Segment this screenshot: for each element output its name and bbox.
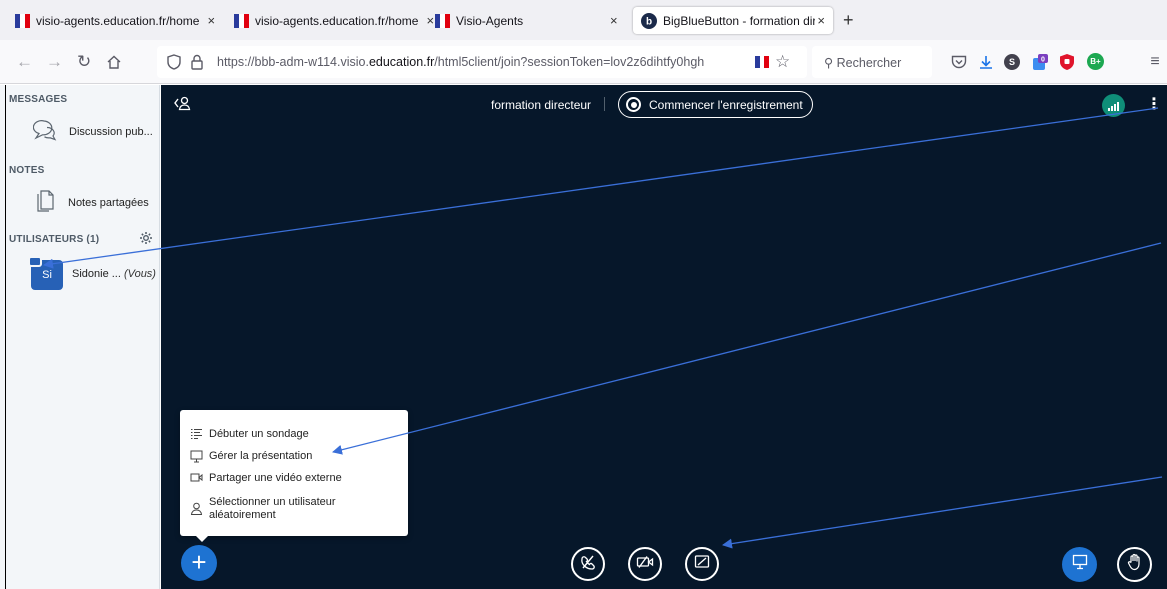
- menu-item-random-user[interactable]: Sélectionner un utilisateur aléatoiremen…: [189, 496, 359, 522]
- search-input[interactable]: ⚲ Rechercher: [824, 55, 901, 70]
- bigbluebutton-icon: b: [641, 12, 657, 29]
- svg-text:b: b: [646, 16, 652, 27]
- forward-arrow-icon[interactable]: →: [46, 52, 63, 72]
- actions-plus-button[interactable]: +: [181, 545, 217, 581]
- mute-audio-button[interactable]: [571, 547, 605, 581]
- profile-icon[interactable]: B+: [1087, 53, 1104, 70]
- menu-item-label: Partager une vidéo externe: [209, 472, 342, 484]
- screenshare-button[interactable]: [685, 547, 719, 581]
- meeting-title: formation directeur: [491, 98, 592, 112]
- record-icon: [626, 97, 641, 112]
- marianne-flag-icon: [14, 13, 30, 29]
- browser-nav-bar: ← → ↻ https://bbb-adm-w114.visio.educati…: [0, 40, 1167, 84]
- frame-border: [5, 85, 6, 589]
- actions-menu: Débuter un sondage Gérer la présentation…: [180, 410, 408, 536]
- home-icon[interactable]: [106, 52, 122, 75]
- menu-item-label: Débuter un sondage: [209, 428, 309, 440]
- browser-tab-strip: visio-agents.education.fr/home × visio-a…: [0, 0, 1167, 40]
- menu-hamburger-icon[interactable]: ≡: [1146, 53, 1164, 71]
- notes-section-title: NOTES: [9, 165, 45, 176]
- menu-item-share-external-video[interactable]: Partager une vidéo externe: [189, 472, 359, 486]
- start-recording-button[interactable]: Commencer l'enregistrement: [618, 91, 813, 118]
- download-icon[interactable]: [977, 53, 995, 71]
- screenshare-off-icon: [694, 554, 710, 575]
- tab-label: Visio-Agents: [456, 13, 524, 28]
- bookmark-star-icon[interactable]: ☆: [775, 52, 790, 72]
- gear-icon[interactable]: [139, 231, 153, 250]
- sidebar-item-label: Notes partagées: [68, 197, 149, 209]
- extension-puzzle-icon[interactable]: 0: [1031, 53, 1049, 71]
- tab-label: visio-agents.education.fr/home: [36, 13, 200, 28]
- poll-list-icon: [189, 428, 203, 443]
- tab-label: visio-agents.education.fr/home: [255, 13, 419, 28]
- presentation-icon: [189, 450, 203, 466]
- browser-tab-2[interactable]: visio-agents.education.fr/home ×: [233, 7, 434, 34]
- audio-off-icon: [579, 553, 597, 576]
- sync-account-icon[interactable]: S: [1004, 54, 1020, 70]
- hand-icon: [1127, 553, 1143, 576]
- video-icon: [189, 472, 203, 486]
- record-label: Commencer l'enregistrement: [649, 97, 803, 112]
- close-icon[interactable]: ×: [610, 13, 618, 28]
- shield-icon[interactable]: [167, 54, 181, 75]
- menu-item-label: Sélectionner un utilisateur aléatoiremen…: [209, 496, 336, 521]
- close-icon[interactable]: ×: [426, 13, 434, 28]
- document-icon: [36, 189, 54, 217]
- title-divider: [604, 97, 605, 111]
- tab-label: BigBlueButton - formation direc: [663, 13, 816, 28]
- user-name: Sidonie ...: [72, 268, 121, 280]
- messages-section-title: MESSAGES: [9, 94, 68, 105]
- french-flag-icon[interactable]: [755, 56, 769, 68]
- ublock-shield-icon[interactable]: [1058, 53, 1076, 71]
- pocket-icon[interactable]: [950, 53, 968, 71]
- presentation-icon: [1072, 554, 1088, 575]
- new-tab-button[interactable]: +: [843, 11, 854, 29]
- raise-hand-button[interactable]: [1117, 547, 1152, 582]
- more-options-icon[interactable]: ⋮: [1146, 97, 1162, 113]
- you-label: (Vous): [123, 268, 156, 280]
- address-bar[interactable]: https://bbb-adm-w114.visio.education.fr/…: [157, 46, 807, 78]
- user-icon: [189, 502, 203, 518]
- presentation-toggle-button[interactable]: [1062, 547, 1097, 582]
- connection-status-icon[interactable]: [1102, 94, 1125, 117]
- menu-item-start-poll[interactable]: Débuter un sondage: [189, 428, 359, 443]
- url-text[interactable]: https://bbb-adm-w114.visio.education.fr/…: [217, 55, 704, 69]
- users-section-title: UTILISATEURS (1): [9, 234, 100, 245]
- bbb-sidebar: MESSAGES Discussion pub... NOTES Notes p…: [0, 85, 160, 589]
- webcam-button[interactable]: [628, 547, 662, 581]
- user-list-item[interactable]: Sidonie ... (Vous): [72, 268, 156, 280]
- browser-tab-1[interactable]: visio-agents.education.fr/home ×: [14, 7, 215, 34]
- browser-tab-3[interactable]: Visio-Agents ×: [434, 7, 618, 34]
- camera-off-icon: [636, 554, 654, 575]
- back-arrow-icon[interactable]: ←: [16, 52, 33, 72]
- sidebar-item-shared-notes[interactable]: Notes partagées: [0, 188, 160, 218]
- marianne-flag-icon: [233, 13, 249, 29]
- pocket-badge-count: 0: [1041, 57, 1045, 64]
- avatar[interactable]: Si: [28, 256, 63, 290]
- menu-item-manage-presentation[interactable]: Gérer la présentation: [189, 450, 359, 466]
- close-icon[interactable]: ×: [207, 13, 215, 28]
- sidebar-item-public-chat[interactable]: Discussion pub...: [0, 117, 160, 147]
- marianne-flag-icon: [434, 13, 450, 29]
- menu-pointer: [195, 535, 209, 542]
- browser-tab-active[interactable]: b BigBlueButton - formation direc ×: [633, 7, 833, 34]
- chat-bubble-icon: [32, 119, 57, 146]
- search-icon: ⚲: [824, 56, 834, 70]
- menu-item-label: Gérer la présentation: [209, 450, 313, 462]
- search-bar[interactable]: ⚲ Rechercher: [812, 46, 932, 78]
- reload-icon[interactable]: ↻: [77, 52, 91, 72]
- avatar-initials: Si: [42, 269, 52, 281]
- close-icon[interactable]: ×: [817, 13, 825, 28]
- lock-icon[interactable]: [191, 54, 203, 75]
- presenter-badge-icon: [28, 256, 42, 267]
- toggle-userlist-button[interactable]: [173, 95, 191, 114]
- sidebar-item-label: Discussion pub...: [69, 126, 153, 138]
